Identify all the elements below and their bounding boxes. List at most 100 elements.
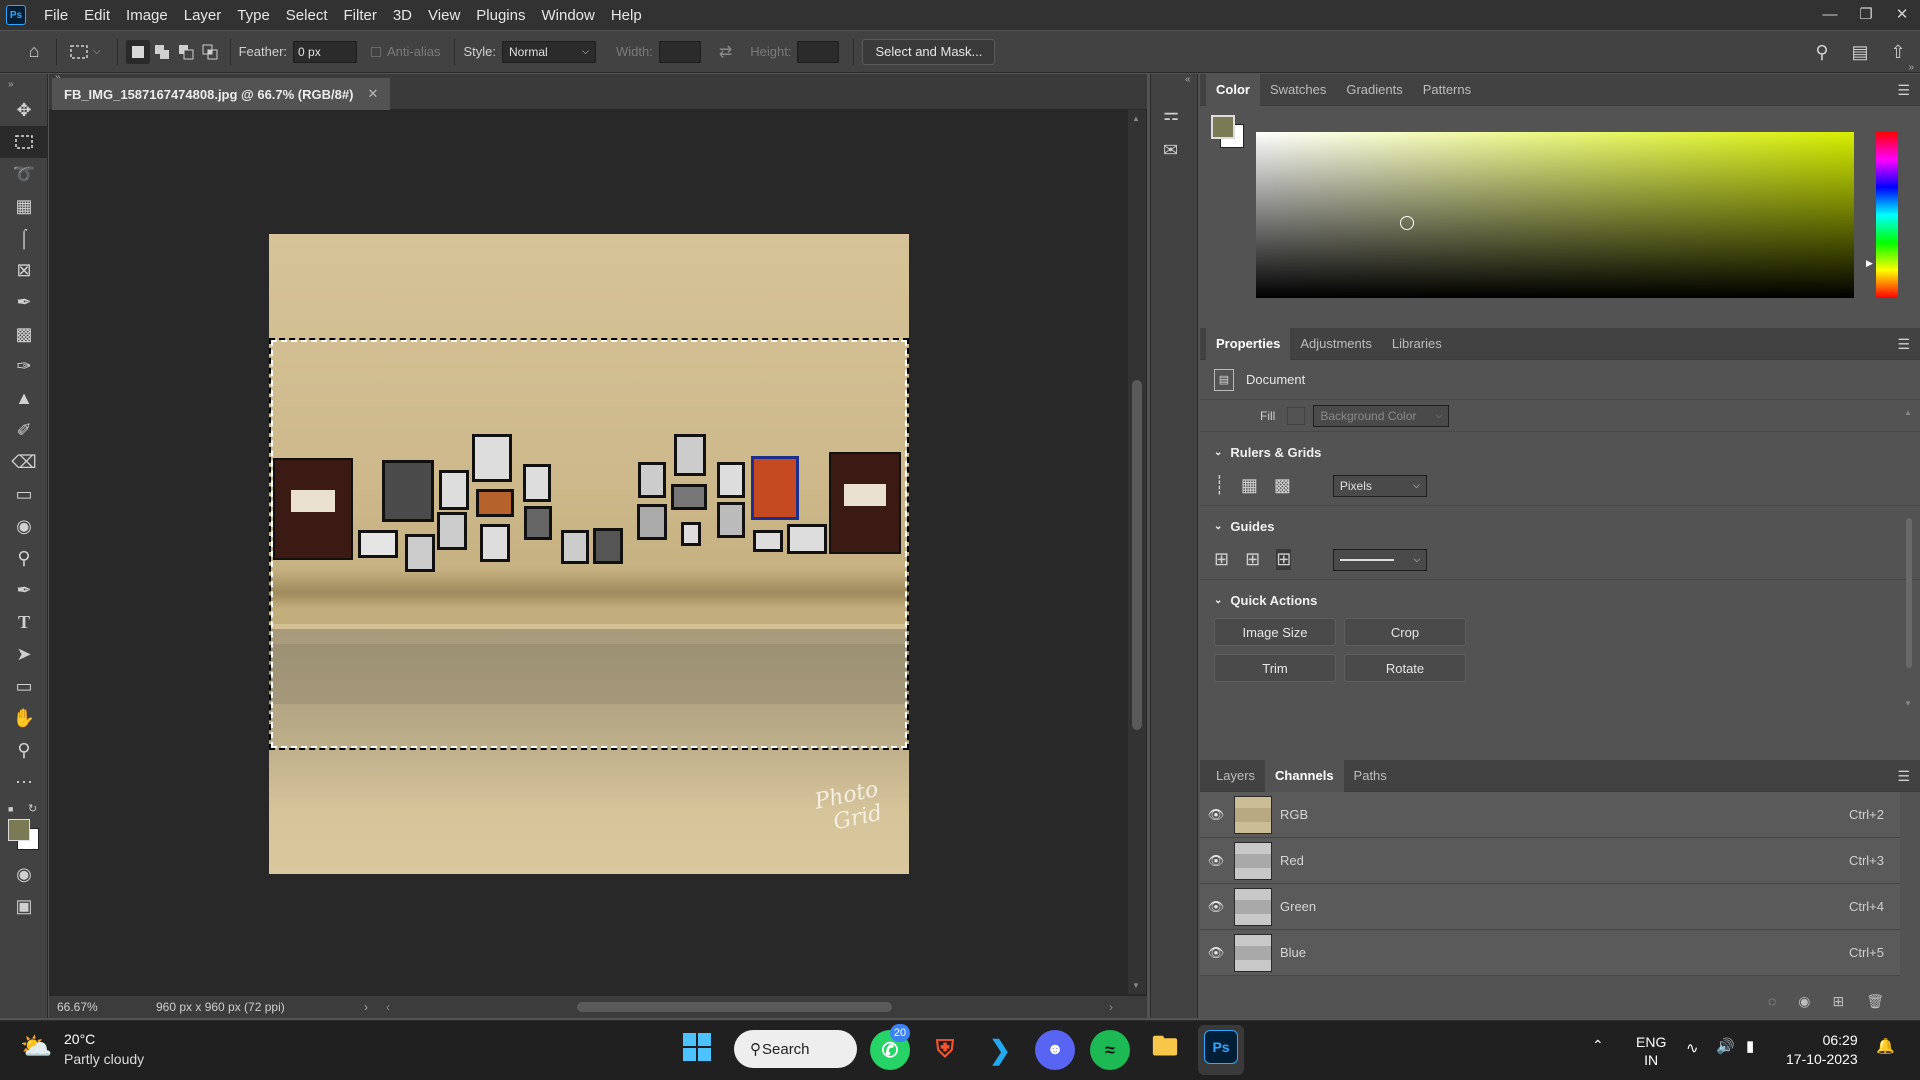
menu-image[interactable]: Image — [118, 7, 176, 24]
antialias-checkbox[interactable] — [371, 46, 382, 57]
guide-icon[interactable]: ⊞ — [1214, 549, 1229, 570]
new-selection-button[interactable] — [125, 39, 150, 64]
frame-tool-icon[interactable]: ⊠ — [0, 254, 48, 286]
minimize-icon[interactable]: — — [1812, 0, 1848, 28]
start-button[interactable] — [681, 1031, 713, 1066]
menu-3d[interactable]: 3D — [385, 7, 420, 24]
ruler-icon[interactable]: ┊ — [1214, 475, 1225, 496]
properties-scroll-thumb[interactable] — [1906, 518, 1912, 668]
weather-desc[interactable]: Partly cloudy — [64, 1051, 144, 1067]
history-brush-tool-icon[interactable]: ✐ — [0, 414, 48, 446]
tab-swatches[interactable]: Swatches — [1260, 74, 1336, 106]
healing-brush-tool-icon[interactable]: ▩ — [0, 318, 48, 350]
zoom-level[interactable]: 66.67% — [49, 1000, 104, 1014]
selection-marquee[interactable] — [269, 338, 909, 750]
foreground-color-swatch[interactable] — [8, 819, 30, 841]
battery-icon[interactable]: ▮ — [1746, 1037, 1754, 1055]
tab-paths[interactable]: Paths — [1344, 760, 1397, 792]
brush-tool-icon[interactable]: ✑ — [0, 350, 48, 382]
lasso-tool-icon[interactable]: ➰ — [0, 158, 48, 190]
dodge-tool-icon[interactable]: ⚲ — [0, 542, 48, 574]
zoom-tool-icon[interactable]: ⚲ — [0, 734, 48, 766]
gradient-tool-icon[interactable]: ▭ — [0, 478, 48, 510]
history-icon[interactable]: ⚎ — [1163, 104, 1179, 125]
crop-tool-icon[interactable]: ⌠ — [0, 222, 48, 254]
chevron-down-icon[interactable]: ⌵ — [93, 46, 101, 57]
eraser-tool-icon[interactable]: ⌫ — [0, 446, 48, 478]
units-select[interactable]: Pixels ⌵ — [1332, 474, 1427, 497]
color-picker-field[interactable] — [1256, 132, 1854, 298]
scroll-right-icon[interactable]: › — [1109, 1000, 1113, 1014]
grid-icon[interactable]: ▦ — [1241, 475, 1258, 496]
blur-tool-icon[interactable]: ◉ — [0, 510, 48, 542]
horizontal-scroll-thumb[interactable] — [577, 1002, 892, 1012]
crop-button[interactable]: Crop — [1344, 618, 1466, 646]
lock-guides-icon[interactable]: ⊞ — [1245, 549, 1260, 570]
default-colors-icon[interactable]: ■ — [8, 804, 13, 814]
vertical-scrollbar[interactable]: ▲ ▼ — [1128, 110, 1146, 994]
panel-menu-icon[interactable]: ☰ — [1897, 336, 1910, 353]
tab-libraries[interactable]: Libraries — [1382, 328, 1452, 360]
screen-mode-icon[interactable]: ▣ — [0, 890, 48, 922]
add-selection-button[interactable] — [150, 40, 174, 64]
document-tab[interactable]: FB_IMG_1587167474808.jpg @ 66.7% (RGB/8#… — [52, 78, 391, 110]
rectangular-marquee-tool-icon[interactable] — [0, 126, 48, 158]
hue-slider[interactable] — [1876, 132, 1898, 298]
trim-button[interactable]: Trim — [1214, 654, 1336, 682]
language-indicator[interactable]: ENG IN — [1636, 1033, 1666, 1069]
photoshop-logo-icon[interactable]: Ps — [6, 5, 26, 25]
channel-row-rgb[interactable]: 👁 RGB Ctrl+2 — [1200, 792, 1900, 838]
panel-menu-icon[interactable]: ☰ — [1897, 82, 1910, 99]
clock[interactable]: 06:29 17-10-2023 — [1786, 1031, 1858, 1069]
channel-row-red[interactable]: 👁 Red Ctrl+3 — [1200, 838, 1900, 884]
style-select[interactable]: Normal ⌵ — [502, 40, 596, 63]
discord-icon[interactable]: ☻ — [1035, 1030, 1075, 1070]
restore-icon[interactable]: ❐ — [1848, 0, 1884, 28]
status-menu-arrow-icon[interactable]: › — [364, 1000, 368, 1014]
tab-gradients[interactable]: Gradients — [1336, 74, 1412, 106]
tab-properties[interactable]: Properties — [1206, 327, 1291, 360]
tab-channels[interactable]: Channels — [1265, 759, 1344, 792]
close-icon[interactable]: ✕ — [1884, 0, 1920, 28]
tab-color[interactable]: Color — [1206, 73, 1260, 106]
color-picker-cursor[interactable] — [1400, 216, 1414, 230]
tab-patterns[interactable]: Patterns — [1413, 74, 1481, 106]
panel-menu-icon[interactable]: ☰ — [1897, 768, 1910, 785]
channel-row-blue[interactable]: 👁 Blue Ctrl+5 — [1200, 930, 1900, 976]
move-tool-icon[interactable]: ✥ — [0, 94, 48, 126]
collapse-icon[interactable]: » — [1908, 62, 1914, 73]
file-explorer-icon[interactable]: 🖿 — [1145, 1030, 1185, 1070]
image-size-button[interactable]: Image Size — [1214, 618, 1336, 646]
show-hidden-icons-icon[interactable]: ⌃ — [1592, 1037, 1604, 1054]
wifi-icon[interactable]: ∿ — [1686, 1039, 1699, 1057]
search-icon[interactable]: ⚲ — [1808, 38, 1836, 66]
vscode-icon[interactable]: ❯ — [980, 1030, 1020, 1070]
scroll-left-icon[interactable]: ‹ — [386, 1000, 390, 1014]
type-tool-icon[interactable]: T — [0, 606, 48, 638]
clone-stamp-tool-icon[interactable]: ▲ — [0, 382, 48, 414]
pixel-grid-icon[interactable]: ▩ — [1274, 475, 1291, 496]
delete-channel-icon[interactable]: 🗑 — [1866, 993, 1884, 1010]
spotify-icon[interactable]: ≈ — [1090, 1030, 1130, 1070]
eye-icon[interactable]: 👁 — [1204, 807, 1228, 823]
eye-icon[interactable]: 👁 — [1204, 945, 1228, 961]
weather-temp[interactable]: 20°C — [64, 1031, 95, 1047]
scroll-down-icon[interactable]: ▼ — [1132, 981, 1140, 990]
path-selection-tool-icon[interactable]: ➤ — [0, 638, 48, 670]
rect-marquee-preset-icon[interactable] — [65, 38, 93, 66]
scroll-up-icon[interactable]: ▲ — [1132, 114, 1140, 123]
eye-icon[interactable]: 👁 — [1204, 899, 1228, 915]
menu-file[interactable]: File — [36, 7, 76, 24]
weather-icon[interactable]: ⛅ — [20, 1031, 52, 1062]
comments-icon[interactable]: ✉ — [1163, 140, 1178, 161]
close-tab-icon[interactable]: ✕ — [367, 86, 378, 102]
menu-type[interactable]: Type — [229, 7, 278, 24]
tab-adjustments[interactable]: Adjustments — [1290, 328, 1382, 360]
scroll-up-icon[interactable]: ▲ — [1904, 408, 1914, 417]
menu-plugins[interactable]: Plugins — [468, 7, 533, 24]
photoshop-taskbar-active[interactable]: Ps — [1198, 1025, 1244, 1075]
volume-icon[interactable]: 🔊 — [1716, 1037, 1735, 1055]
brave-icon[interactable]: ⛨ — [925, 1030, 965, 1070]
panel-foreground-swatch[interactable] — [1211, 115, 1235, 139]
collapse-toolbar-icon[interactable]: » — [0, 74, 48, 94]
